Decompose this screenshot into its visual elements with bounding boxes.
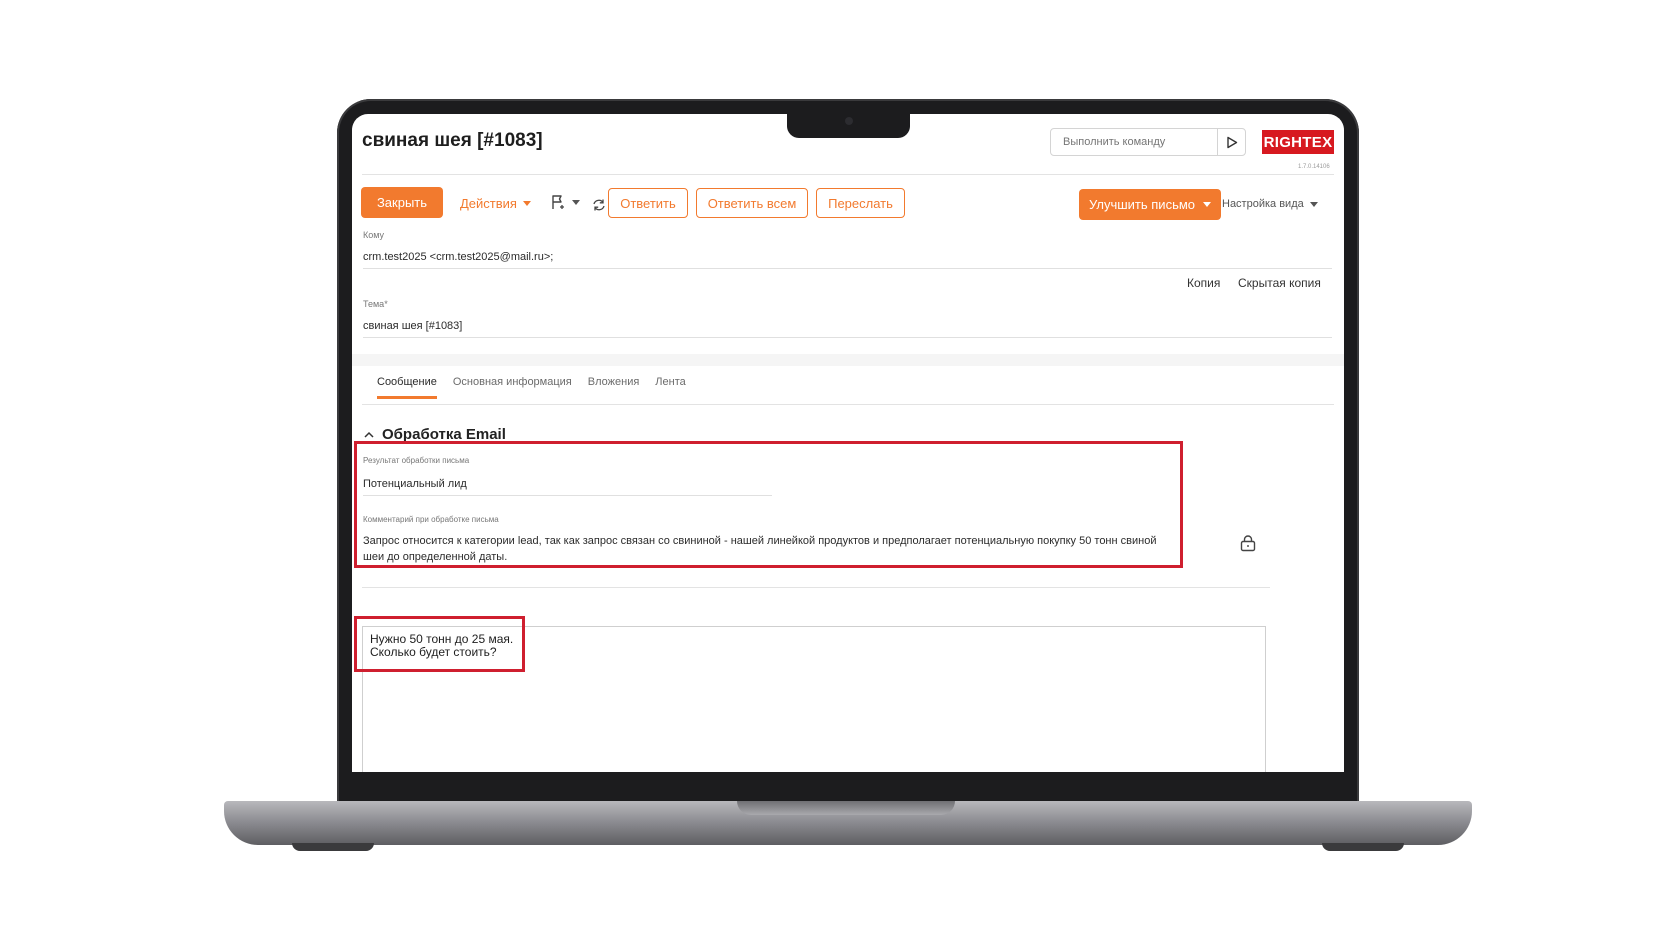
result-field-label: Результат обработки письма — [363, 456, 470, 465]
lock-icon — [1240, 535, 1256, 552]
laptop-foot-right — [1322, 843, 1404, 851]
chevron-down-icon — [522, 201, 531, 206]
tab-message[interactable]: Сообщение — [377, 376, 437, 399]
message-line: Сколько будет стоить? — [370, 645, 497, 659]
actions-dropdown[interactable]: Действия — [460, 196, 531, 211]
laptop-base-groove — [737, 801, 955, 815]
result-field-underline — [363, 495, 772, 496]
lock-button[interactable] — [1240, 535, 1256, 557]
forward-button[interactable]: Переслать — [816, 188, 905, 218]
command-box — [1050, 128, 1246, 156]
laptop-foot-left — [292, 843, 374, 851]
camera-icon — [845, 117, 853, 125]
improve-email-label: Улучшить письмо — [1088, 197, 1196, 212]
subject-field-underline — [363, 337, 1332, 338]
chevron-down-icon — [1309, 201, 1318, 207]
tab-bar-underline — [362, 404, 1334, 405]
reply-button[interactable]: Ответить — [608, 188, 688, 218]
header-divider — [362, 174, 1334, 175]
message-body-text: Нужно 50 тонн до 25 мая. Сколько будет с… — [370, 633, 513, 659]
run-command-button[interactable] — [1217, 129, 1245, 155]
actions-label: Действия — [460, 196, 517, 211]
app-screen: свиная шея [#1083] RIGHTEX 1.7.0.14106 З… — [352, 114, 1344, 772]
bcc-link[interactable]: Скрытая копия — [1238, 276, 1321, 290]
sync-button[interactable] — [592, 198, 606, 217]
tab-main-info[interactable]: Основная информация — [453, 376, 572, 399]
view-settings-label: Настройка вида — [1222, 198, 1304, 210]
comment-field-label: Комментарий при обработке письма — [363, 515, 499, 524]
command-input[interactable] — [1051, 136, 1217, 148]
chevron-up-icon — [364, 431, 374, 438]
flag-add-icon — [552, 195, 564, 209]
to-field[interactable]: crm.test2025 <crm.test2025@mail.ru>; — [363, 251, 553, 263]
reply-all-button[interactable]: Ответить всем — [696, 188, 808, 218]
result-field[interactable]: Потенциальный лид — [363, 478, 467, 490]
to-field-underline — [363, 268, 1332, 269]
chevron-down-icon — [572, 199, 580, 205]
subject-field[interactable]: свиная шея [#1083] — [363, 320, 462, 332]
laptop-notch — [787, 112, 910, 138]
page-title: свиная шея [#1083] — [362, 130, 543, 151]
improve-email-button[interactable]: Улучшить письмо — [1079, 189, 1221, 220]
comment-field[interactable]: Запрос относится к категории lead, так к… — [363, 533, 1173, 565]
rightex-logo: RIGHTEX — [1262, 130, 1334, 154]
tab-attachments[interactable]: Вложения — [588, 376, 640, 399]
subject-field-label: Тема* — [363, 299, 388, 309]
cc-link[interactable]: Копия — [1187, 276, 1220, 290]
version-label: 1.7.0.14106 — [1298, 164, 1330, 170]
to-field-label: Кому — [363, 230, 385, 240]
section-band — [352, 354, 1344, 366]
close-button[interactable]: Закрыть — [361, 187, 443, 218]
flag-dropdown[interactable] — [550, 194, 580, 210]
view-settings-dropdown[interactable]: Настройка вида — [1222, 198, 1318, 210]
tab-bar: Сообщение Основная информация Вложения Л… — [377, 376, 686, 399]
chevron-down-icon — [1203, 202, 1212, 207]
sync-icon — [593, 199, 605, 211]
tab-feed[interactable]: Лента — [655, 376, 685, 399]
section-divider — [362, 587, 1270, 588]
play-icon — [1226, 136, 1237, 148]
